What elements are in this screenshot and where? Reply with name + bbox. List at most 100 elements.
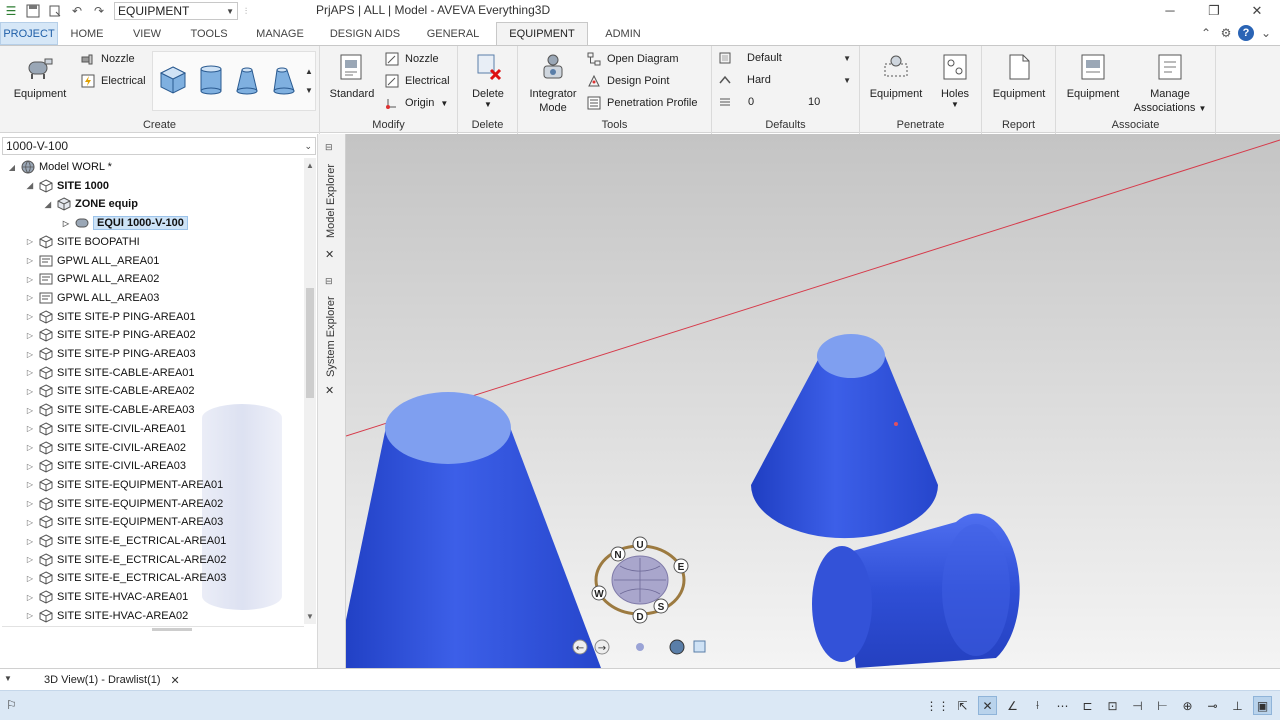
tree-horizontal-scrollbar[interactable]	[2, 626, 304, 632]
obstruction-combo[interactable]: Hard ▼	[742, 71, 856, 89]
3d-viewport[interactable]: U N E W S D ← →	[346, 134, 1280, 668]
save-icon[interactable]	[22, 1, 44, 21]
nav-back-icon[interactable]: ←	[572, 639, 588, 655]
tab-manage[interactable]: MANAGE	[240, 22, 320, 45]
tree-node[interactable]: ▷ SITE SITE-CABLE-AREA03	[24, 401, 195, 419]
app-icon[interactable]: ☰	[0, 1, 22, 21]
expand-arrow-icon[interactable]: ▷	[24, 312, 36, 321]
snap-center-icon[interactable]: ⊕	[1178, 696, 1197, 715]
help-icon[interactable]: ?	[1238, 25, 1254, 41]
modify-origin-button[interactable]: Origin ▼	[384, 93, 448, 113]
expand-arrow-icon[interactable]: ▷	[24, 443, 36, 452]
tree-node[interactable]: ▷ SITE SITE-CIVIL-AREA03	[24, 457, 186, 475]
pin-icon[interactable]: ⊟	[325, 142, 333, 153]
compass-north-marker[interactable]: N	[610, 546, 626, 562]
expand-arrow-icon[interactable]: ▷	[24, 518, 36, 527]
modify-standard-button[interactable]: Standard	[328, 51, 376, 101]
modify-nozzle-button[interactable]: Nozzle	[384, 49, 439, 69]
tree-scroll-thumb[interactable]	[306, 288, 314, 398]
expand-arrow-icon[interactable]: ▷	[24, 406, 36, 415]
tab-equipment[interactable]: EQUIPMENT	[496, 22, 588, 45]
expand-arrow-icon[interactable]: ▷	[24, 256, 36, 265]
tree-node[interactable]: ▷ SITE SITE-CIVIL-AREA02	[24, 439, 186, 457]
document-tabs-menu-icon[interactable]: ▼	[4, 674, 12, 683]
expand-arrow-icon[interactable]: ▷	[24, 499, 36, 508]
expand-arrow-icon[interactable]: ▷	[24, 275, 36, 284]
compass-up-marker[interactable]: U	[632, 536, 648, 552]
expand-arrow-icon[interactable]: ▷	[24, 387, 36, 396]
box-primitive-icon[interactable]	[158, 64, 188, 99]
pin-system-explorer-icon[interactable]: ⊟	[325, 276, 333, 287]
tree-node[interactable]: ▷ SITE SITE-EQUIPMENT-AREA01	[24, 476, 223, 494]
tree-node[interactable]: ▷ SITE SITE-P PING-AREA02	[24, 326, 196, 344]
tab-tools[interactable]: TOOLS	[178, 22, 240, 45]
tree-node[interactable]: ▷ SITE BOOPATHI	[24, 233, 140, 251]
penetration-profile-button[interactable]: Penetration Profile	[586, 93, 698, 113]
current-element-select[interactable]: 1000-V-100 ⌄	[2, 137, 316, 155]
tree-node[interactable]: ▷ SITE SITE-E_ECTRICAL-AREA03	[24, 569, 226, 587]
tree-scrollbar[interactable]: ▲ ▼	[304, 158, 316, 624]
collapse-arrow-icon[interactable]: ◢	[24, 181, 36, 190]
tab-view[interactable]: VIEW	[116, 22, 178, 45]
snap-line-icon[interactable]: ⟊	[1028, 696, 1047, 715]
expand-arrow-icon[interactable]: ▷	[24, 350, 36, 359]
snap-angle-icon[interactable]: ∠	[1003, 696, 1022, 715]
create-nozzle-button[interactable]: Nozzle	[80, 49, 135, 69]
snap-box-icon[interactable]: ▣	[1253, 696, 1272, 715]
redo-icon[interactable]: ↷	[88, 1, 110, 21]
tree-node[interactable]: ▷ SITE SITE-EQUIPMENT-AREA03	[24, 513, 223, 531]
expand-arrow-icon[interactable]: ▷	[24, 537, 36, 546]
snap-end-icon[interactable]: ⊣	[1128, 696, 1147, 715]
cylinder-primitive-icon[interactable]	[198, 64, 224, 99]
expand-arrow-icon[interactable]: ▷	[60, 219, 72, 228]
compass-down-marker[interactable]: D	[632, 608, 648, 624]
tree-node[interactable]: ◢ Model WORL *	[6, 158, 112, 176]
tree-node[interactable]: ▷ SITE SITE-E_ECTRICAL-AREA01	[24, 532, 226, 550]
close-icon[interactable]: ✕	[1249, 3, 1265, 19]
tree-node[interactable]: ▷ SITE SITE-P PING-AREA01	[24, 308, 196, 326]
snap-pointer-icon[interactable]: ⇱	[953, 696, 972, 715]
associate-equipment-button[interactable]: Equipment	[1060, 51, 1126, 101]
expand-arrow-icon[interactable]: ▷	[24, 480, 36, 489]
snap-bottom-icon[interactable]: ⊥	[1228, 696, 1247, 715]
redo-history-icon[interactable]	[44, 1, 66, 21]
snap-node-icon[interactable]: ⊸	[1203, 696, 1222, 715]
tree-node[interactable]: ▷ EQUI 1000-V-100	[60, 214, 188, 232]
tree-node[interactable]: ▷ GPWL ALL_AREA02	[24, 270, 159, 288]
gallery-up-icon[interactable]: ▲	[305, 67, 313, 76]
cone-primitive-icon[interactable]	[234, 64, 260, 99]
close-document-tab-icon[interactable]: ✕	[171, 674, 180, 687]
gallery-scroll[interactable]: ▲ ▼	[303, 52, 315, 110]
snap-path-icon[interactable]: ⋯	[1053, 696, 1072, 715]
manage-associations-button[interactable]: Manage Associations ▼	[1128, 51, 1212, 116]
expand-arrow-icon[interactable]: ▷	[24, 611, 36, 620]
modify-electrical-button[interactable]: Electrical	[384, 71, 450, 91]
tree-node[interactable]: ▷ SITE SITE-EQUIPMENT-AREA02	[24, 495, 223, 513]
open-diagram-button[interactable]: Open Diagram	[586, 49, 679, 69]
tree-node[interactable]: ▷ SITE SITE-HVAC-AREA01	[24, 588, 188, 606]
compass-west-marker[interactable]: W	[591, 585, 607, 601]
compass-south-marker[interactable]: S	[653, 598, 669, 614]
report-equipment-button[interactable]: Equipment	[986, 51, 1052, 101]
collapse-arrow-icon[interactable]: ◢	[42, 200, 54, 209]
3d-scene[interactable]: U N E W S D ← →	[346, 134, 1280, 668]
nav-forward-icon[interactable]: →	[594, 639, 610, 655]
snap-mid-icon[interactable]: ⊢	[1153, 696, 1172, 715]
design-point-button[interactable]: Design Point	[586, 71, 669, 91]
collapse-ribbon-icon[interactable]: ⌃	[1198, 25, 1214, 41]
expand-arrow-icon[interactable]: ▷	[24, 462, 36, 471]
create-equipment-button[interactable]: Equipment	[10, 51, 70, 101]
gallery-more-icon[interactable]: ▼	[305, 86, 313, 95]
tab-model-explorer[interactable]: Model Explorer	[320, 160, 342, 242]
tree-node[interactable]: ▷ SITE SITE-CIVIL-AREA01	[24, 420, 186, 438]
create-electrical-button[interactable]: Electrical	[80, 71, 146, 91]
expand-arrow-icon[interactable]: ▷	[24, 237, 36, 246]
scroll-up-icon[interactable]: ▲	[304, 161, 316, 170]
tree-hscroll-thumb[interactable]	[152, 628, 192, 631]
settings-icon[interactable]: ⚙	[1218, 25, 1234, 41]
delete-button[interactable]: Delete ▼	[464, 51, 512, 109]
snap-cancel-icon[interactable]: ✕	[978, 696, 997, 715]
tree-node[interactable]: ◢ SITE 1000	[24, 177, 109, 195]
expand-arrow-icon[interactable]: ▷	[24, 574, 36, 583]
close-system-explorer-icon[interactable]: ✕	[325, 384, 334, 397]
